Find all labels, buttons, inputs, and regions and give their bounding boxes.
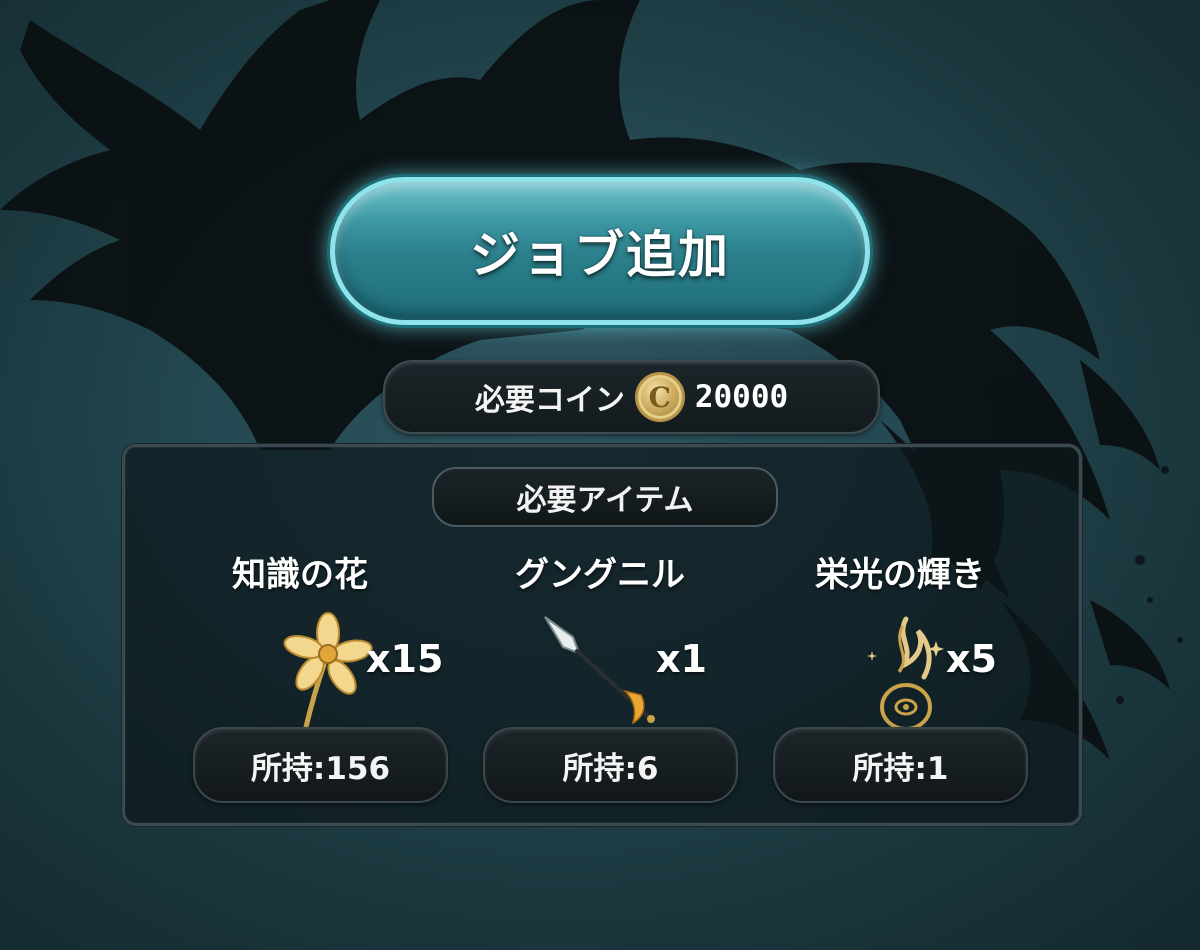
required-item[interactable]: グングニル x1 所持:6	[478, 537, 778, 807]
required-item[interactable]: 知識の花 x15 所持:156	[188, 537, 488, 807]
flower-icon	[283, 612, 373, 730]
item-name: 栄光の輝き	[815, 555, 985, 595]
item-quantity: x1	[656, 637, 707, 681]
item-quantity: x5	[946, 637, 997, 681]
add-job-button-label: ジョブ追加	[470, 226, 730, 284]
item-name: グングニル	[515, 555, 685, 595]
required-items-panel: 必要アイテム 知識の花 x15 所持:156 グングニル x1 所持:6 栄光の…	[122, 444, 1082, 826]
owned-count-label: 所持:6	[562, 750, 659, 787]
owned-count: 所持:156	[193, 727, 448, 803]
flame-icon	[867, 616, 944, 731]
coin-icon: C	[634, 372, 685, 422]
owned-count: 所持:6	[483, 727, 738, 803]
owned-count-label: 所持:1	[852, 750, 949, 787]
required-items-title: 必要アイテム	[432, 467, 778, 527]
item-name: 知識の花	[232, 555, 368, 595]
required-coin-display: 必要コイン C 20000	[383, 360, 880, 434]
spear-icon	[544, 616, 655, 725]
required-items-title-label: 必要アイテム	[516, 483, 694, 518]
owned-count: 所持:1	[773, 727, 1028, 803]
item-quantity: x15	[366, 637, 444, 681]
owned-count-label: 所持:156	[250, 750, 391, 787]
coin-symbol: C	[648, 380, 671, 414]
required-coin-label: 必要コイン	[474, 383, 625, 418]
add-job-button[interactable]: ジョブ追加	[330, 177, 870, 325]
required-item[interactable]: 栄光の輝き x5 所持:1	[768, 537, 1068, 807]
required-coin-value: 20000	[694, 379, 789, 415]
